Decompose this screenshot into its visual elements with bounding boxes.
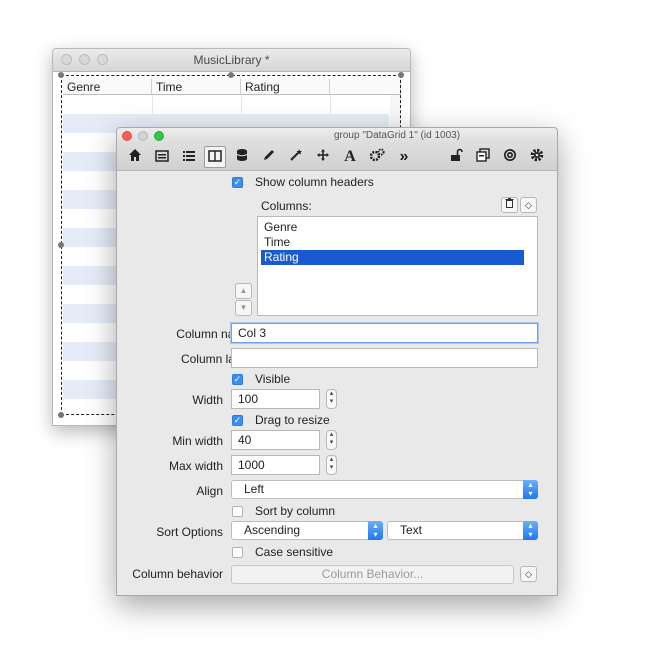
drag-resize-label: Drag to resize <box>255 413 330 427</box>
width-stepper[interactable]: ▴ ▾ <box>326 389 337 409</box>
align-label: Align <box>196 484 223 498</box>
chevron-up-down-icon: ▴ ▾ <box>523 480 538 499</box>
minimize-button[interactable] <box>138 131 148 141</box>
sort-type-popup[interactable]: Text ▴ ▾ <box>387 521 538 540</box>
move-icon[interactable] <box>312 147 334 167</box>
visible-label: Visible <box>255 372 291 386</box>
chevron-up-down-icon: ▴ ▾ <box>368 521 383 540</box>
gears-icon[interactable] <box>366 147 388 167</box>
width-field[interactable]: 100 <box>231 389 320 409</box>
columns-label: Columns: <box>261 199 312 213</box>
window-title: MusicLibrary * <box>193 53 270 67</box>
home-icon[interactable] <box>124 147 146 167</box>
title-bar[interactable]: MusicLibrary * <box>53 49 410 72</box>
database-icon[interactable] <box>231 147 253 167</box>
list-item-selected[interactable]: Rating <box>261 250 524 265</box>
title-bar[interactable]: group "DataGrid 1" (id 1003) <box>117 128 557 144</box>
gear-icon[interactable] <box>526 147 548 167</box>
sort-order-value: Ascending <box>244 523 301 537</box>
resize-handle[interactable] <box>58 72 64 78</box>
move-up-button[interactable]: ▲ <box>235 283 252 299</box>
stack-icon[interactable] <box>472 147 494 167</box>
property-inspector-window: group "DataGrid 1" (id 1003) A » ✓ Show … <box>116 127 558 596</box>
min-width-label: Min width <box>172 434 223 448</box>
min-width-field[interactable]: 40 <box>231 430 320 450</box>
width-label: Width <box>192 393 223 407</box>
resize-handle[interactable] <box>228 72 234 78</box>
inspector-toolbar: A » <box>117 144 557 171</box>
target-icon[interactable] <box>499 147 521 167</box>
column-behavior-label: Column behavior <box>132 567 223 581</box>
case-sensitive-checkbox[interactable] <box>232 547 243 558</box>
window-title: group "DataGrid 1" (id 1003) <box>333 130 461 141</box>
sort-options-label: Sort Options <box>156 525 223 539</box>
show-headers-checkbox[interactable]: ✓ <box>232 177 243 188</box>
align-value: Left <box>244 482 265 496</box>
more-icon[interactable]: » <box>393 147 415 167</box>
chevron-up-down-icon: ▴ ▾ <box>523 521 538 540</box>
max-width-stepper[interactable]: ▴ ▾ <box>326 455 337 475</box>
resize-handle[interactable] <box>58 242 64 248</box>
min-width-stepper[interactable]: ▴ ▾ <box>326 430 337 450</box>
column-behavior-button[interactable]: Column Behavior... <box>231 565 514 584</box>
columns-list[interactable]: Genre Time Rating <box>257 216 538 316</box>
sort-type-value: Text <box>400 523 423 537</box>
lock-icon[interactable] <box>445 147 467 167</box>
resize-handle[interactable] <box>398 72 404 78</box>
pencil-icon[interactable] <box>258 147 280 167</box>
drag-resize-checkbox[interactable]: ✓ <box>232 415 243 426</box>
sort-order-popup[interactable]: Ascending ▴ ▾ <box>231 521 383 540</box>
resize-handle[interactable] <box>58 412 64 418</box>
column-label-field[interactable] <box>231 348 538 368</box>
sort-by-column-label: Sort by column <box>255 504 336 518</box>
text-icon[interactable]: A <box>339 147 361 167</box>
align-popup[interactable]: Left ▴ ▾ <box>231 480 538 499</box>
close-button[interactable] <box>122 131 132 141</box>
magic-wand-icon[interactable] <box>285 147 307 167</box>
list-icon[interactable] <box>178 147 200 167</box>
max-width-field[interactable]: 1000 <box>231 455 320 475</box>
column-options-button[interactable]: ◇ <box>520 197 537 213</box>
list-item[interactable]: Genre <box>261 220 524 235</box>
max-width-label: Max width <box>168 459 223 473</box>
show-headers-label: Show column headers <box>255 175 374 189</box>
column-name-field[interactable]: Col 3 <box>231 323 538 343</box>
list-item[interactable]: Time <box>261 235 524 250</box>
visible-checkbox[interactable]: ✓ <box>232 374 243 385</box>
case-sensitive-label: Case sensitive <box>255 545 334 559</box>
zoom-button[interactable] <box>154 131 164 141</box>
sort-by-column-checkbox[interactable] <box>232 506 243 517</box>
column-behavior-options-button[interactable]: ◇ <box>520 566 537 582</box>
card-icon[interactable] <box>151 147 173 167</box>
delete-column-button[interactable] <box>501 197 518 213</box>
columns-icon[interactable] <box>204 146 226 168</box>
move-down-button[interactable]: ▼ <box>235 300 252 316</box>
